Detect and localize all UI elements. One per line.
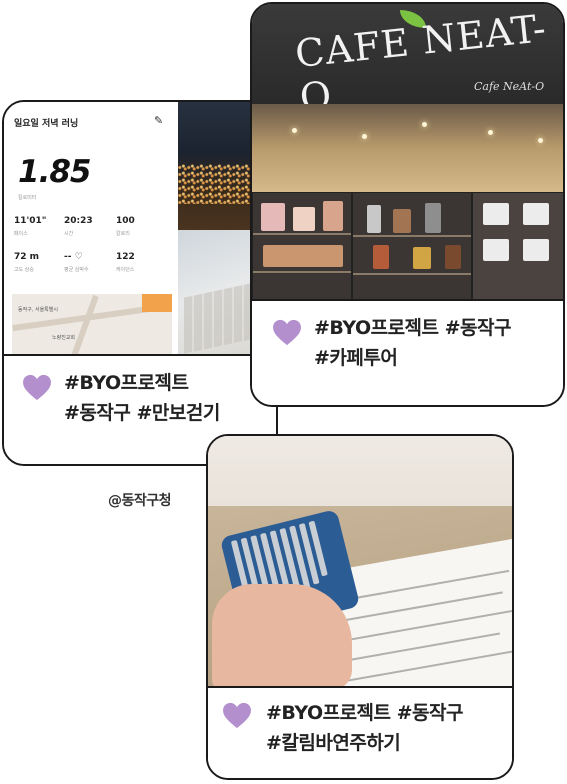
heart-icon [273, 319, 301, 346]
display-shelf-left [252, 192, 352, 303]
hand [212, 584, 352, 690]
heart-icon [23, 374, 51, 401]
stat-calories-label: 칼로리 [116, 231, 130, 237]
hashtag-line-2: #칼림바연주하기 [266, 732, 401, 754]
stat-pace-label: 페이스 [14, 231, 28, 237]
cafe-photo: CAFE NEAT-O Cafe NeAt-O [252, 4, 563, 303]
stat-time: 20:23 [64, 216, 93, 226]
display-shelf-middle [352, 192, 472, 303]
distance-unit: 킬로미터 [18, 195, 37, 201]
run-title: 일요일 저녁 러닝 [14, 119, 79, 129]
cafe-window [252, 104, 563, 192]
hashtag-line-1: #BYO프로젝트 #동작구 [314, 317, 512, 339]
running-photo: 일요일 저녁 러닝 ✎ 1.85 킬로미터 11'01" 페이스 20:23 시… [4, 102, 276, 358]
map-label-church: 노량진교회 [52, 335, 76, 341]
heart-icon [223, 702, 251, 729]
stat-time-label: 시간 [64, 231, 74, 237]
map-label-district: 동작구, 서울특별시 [18, 307, 58, 313]
hashtag-line-1: #BYO프로젝트 [64, 372, 189, 394]
run-distance: 1.85 [18, 154, 91, 190]
hashtag-line-2: #동작구 #만보걷기 [64, 402, 220, 424]
account-handle: @동작구청 [108, 493, 172, 509]
display-shelf-right [472, 192, 563, 303]
hashtag-line-2: #카페투어 [314, 347, 398, 369]
kalimba-post-card[interactable]: #BYO프로젝트 #동작구 #칼림바연주하기 [206, 434, 514, 780]
cafe-post-card[interactable]: CAFE NEAT-O Cafe NeAt-O #BYO프로젝트 #동작구 #카… [250, 2, 565, 407]
stat-elevation-label: 고도 상승 [14, 267, 34, 273]
stat-calories: 100 [116, 216, 135, 226]
edit-icon: ✎ [154, 114, 164, 127]
cafe-sign-small: Cafe NeAt-O [474, 80, 545, 93]
caption: #BYO프로젝트 #동작구 #칼림바연주하기 [208, 686, 512, 778]
route-map: 동작구, 서울특별시 노량진교회 [12, 294, 172, 358]
stat-heartrate: -- ♡ [64, 252, 83, 262]
caption: #BYO프로젝트 #동작구 #카페투어 [252, 299, 563, 405]
stat-heartrate-label: 평균 심박수 [64, 267, 89, 273]
kalimba-photo [208, 436, 512, 690]
map-route-marker [142, 294, 172, 312]
running-post-card[interactable]: 일요일 저녁 러닝 ✎ 1.85 킬로미터 11'01" 페이스 20:23 시… [2, 100, 278, 466]
running-app-screenshot: 일요일 저녁 러닝 ✎ 1.85 킬로미터 11'01" 페이스 20:23 시… [4, 102, 178, 358]
stat-pace: 11'01" [14, 216, 47, 226]
hashtag-line-1: #BYO프로젝트 #동작구 [266, 702, 464, 724]
stat-cadence: 122 [116, 252, 135, 262]
cafe-sign: CAFE NEAT-O Cafe NeAt-O [252, 4, 563, 120]
cafe-sign-text: CAFE NEAT-O [293, 5, 549, 120]
stat-cadence-label: 케이던스 [116, 267, 135, 273]
stat-elevation: 72 m [14, 252, 40, 262]
